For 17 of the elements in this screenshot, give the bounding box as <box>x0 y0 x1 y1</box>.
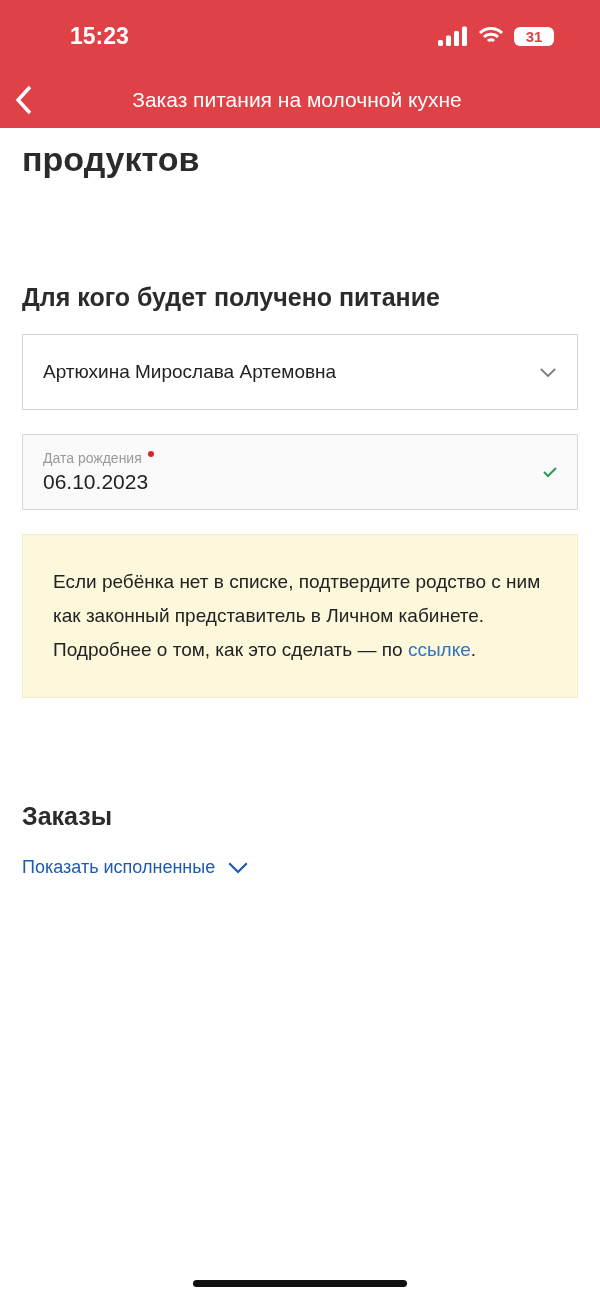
section-title: Заказы <box>22 802 114 831</box>
back-icon[interactable] <box>14 85 34 115</box>
field-value: 06.10.2023 <box>43 470 150 494</box>
chevron-icon <box>227 860 250 875</box>
screen-title: Заказ питания на молочной кухне <box>131 88 463 112</box>
battery-level: 31 <box>514 26 554 46</box>
field-label: Дата рождения <box>43 450 142 466</box>
chevron-icon <box>539 366 557 378</box>
birth-date-field[interactable]: Дата рождения 06.10.2023 <box>22 434 578 510</box>
notice-text: Если ребёнка нет в списке, подтвердите родство с ним как законный представитель в Личном кабинете. Подробнее о том, как это сделать — по ссылке. <box>53 570 542 662</box>
signal-icon <box>438 26 468 46</box>
notice-link[interactable]: ссылке <box>407 639 471 660</box>
show-completed-link[interactable]: Показать исполненные <box>22 857 250 878</box>
person-select[interactable]: Артюхина Мирослава Артемовна <box>22 334 578 410</box>
page-heading: продуктов <box>22 140 201 179</box>
section-title: Для кого будет получено питание <box>22 283 441 312</box>
status-time: 15:23 <box>70 22 129 50</box>
